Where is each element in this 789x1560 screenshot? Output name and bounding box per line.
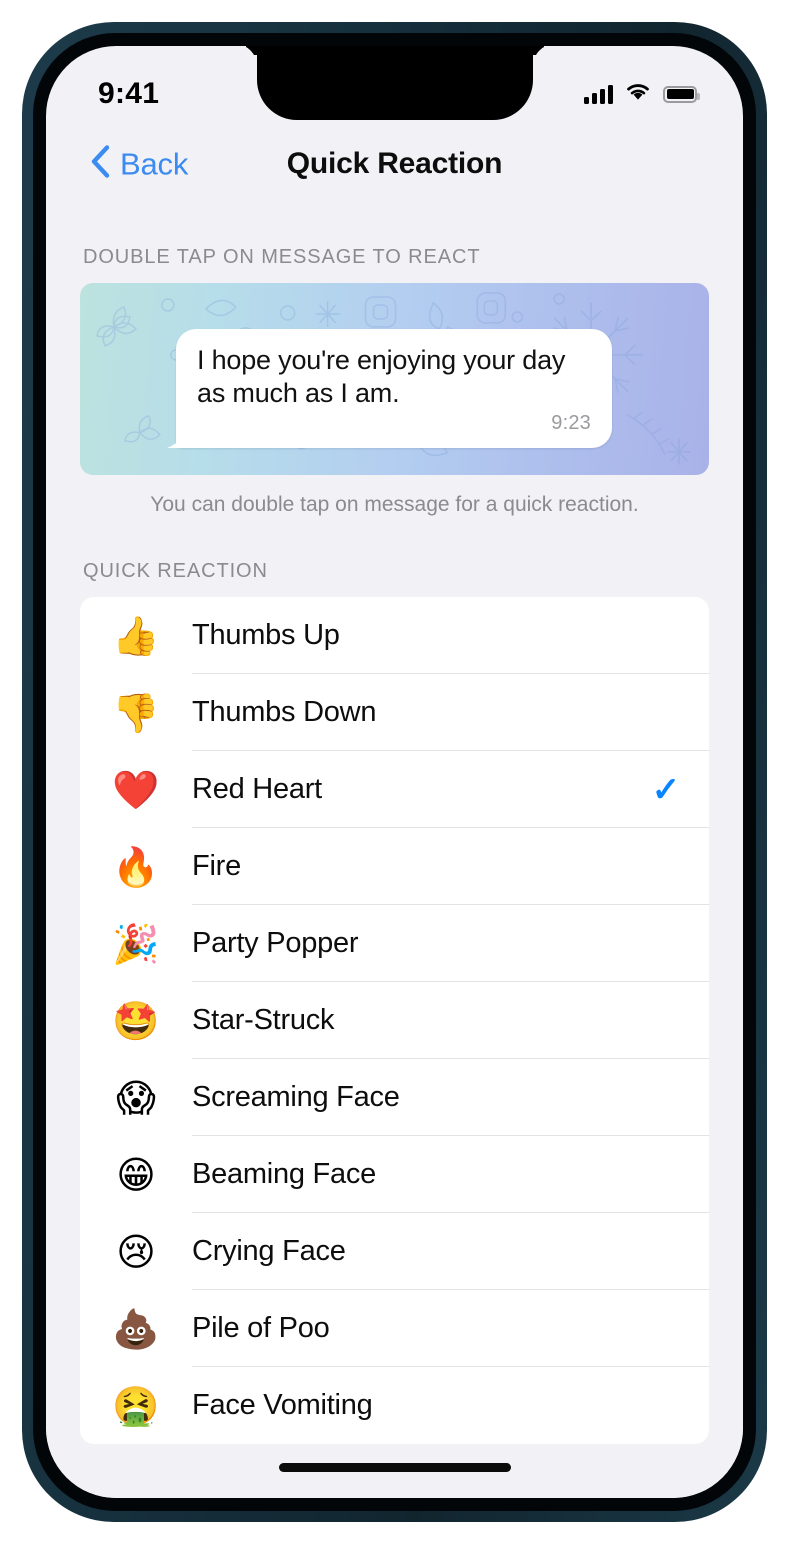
fire-emoji: 🔥 — [112, 844, 160, 889]
back-button-label: Back — [120, 146, 189, 181]
reaction-row[interactable]: 👍Thumbs Up✓ — [80, 597, 709, 675]
crying-face-emoji: 😢 — [116, 1229, 156, 1274]
wifi-icon — [625, 82, 651, 106]
message-text: I hope you're enjoying your day as much … — [197, 345, 566, 409]
notch — [256, 46, 533, 120]
preview-section-header: DOUBLE TAP ON MESSAGE TO REACT — [83, 246, 481, 268]
pile-of-poo-emoji: 💩 — [112, 1306, 160, 1351]
reaction-label: Thumbs Down — [192, 696, 377, 729]
status-time: 9:41 — [98, 77, 160, 110]
message-bubble[interactable]: I hope you're enjoying your day as much … — [176, 329, 612, 448]
reaction-label: Fire — [192, 850, 241, 883]
reaction-row[interactable]: ❤️ Red Heart ✓ — [80, 751, 709, 829]
reaction-row[interactable]: 🤮Face Vomiting✓ — [80, 1367, 709, 1444]
face-vomiting-emoji: 🤮 — [112, 1383, 160, 1428]
nav-bar: Back Quick Reaction — [46, 124, 743, 204]
thumbs-up-emoji: 👍 — [112, 613, 160, 658]
phone-frame: 9:41 Back Quick Reaction DOUBLE TAP ON M… — [22, 22, 767, 1522]
reaction-row[interactable]: 😱Screaming Face✓ — [80, 1059, 709, 1137]
reaction-row[interactable]: 🤩Star-Struck✓ — [80, 982, 709, 1060]
phone-bezel: 9:41 Back Quick Reaction DOUBLE TAP ON M… — [33, 33, 756, 1511]
reaction-label: Crying Face — [192, 1235, 346, 1268]
preview-section-footer: You can double tap on message for a quic… — [150, 493, 639, 516]
star-struck-emoji: 🤩 — [112, 998, 160, 1043]
screaming-face-emoji: 😱 — [116, 1075, 156, 1120]
message-preview[interactable]: I hope you're enjoying your day as much … — [80, 283, 709, 475]
reaction-label: Beaming Face — [192, 1158, 376, 1191]
message-timestamp: 9:23 — [551, 411, 591, 434]
reaction-label: Thumbs Up — [192, 619, 340, 652]
reaction-section-header: QUICK REACTION — [83, 560, 268, 583]
reaction-label: Party Popper — [192, 927, 359, 960]
reaction-label: Screaming Face — [192, 1081, 400, 1114]
reaction-row[interactable]: 😢Crying Face✓ — [80, 1213, 709, 1291]
party-popper-emoji: 🎉 — [112, 921, 160, 966]
reaction-row[interactable]: 🔥Fire✓ — [80, 828, 709, 906]
status-icons — [584, 82, 700, 106]
cellular-bars-icon — [584, 84, 613, 104]
battery-full-icon — [663, 85, 700, 103]
page-title: Quick Reaction — [286, 147, 503, 180]
reaction-row[interactable]: 🎉Party Popper✓ — [80, 905, 709, 983]
home-indicator[interactable] — [278, 1463, 511, 1472]
settings-content: DOUBLE TAP ON MESSAGE TO REACT I hope yo… — [46, 204, 743, 1498]
back-button[interactable]: Back — [90, 145, 188, 184]
reaction-label: Red Heart — [192, 773, 322, 806]
thumbs-down-emoji: 👎 — [112, 690, 160, 735]
reaction-list: 👍Thumbs Up✓👎Thumbs Down✓❤️Red Heart✓🔥Fir… — [80, 597, 709, 1445]
reaction-label: Pile of Poo — [192, 1312, 330, 1345]
chevron-left-icon — [90, 145, 110, 184]
reaction-label: Star-Struck — [192, 1004, 335, 1037]
red-heart-emoji: ❤️ — [112, 767, 160, 812]
reaction-row[interactable]: 😁Beaming Face✓ — [80, 1136, 709, 1214]
reaction-row[interactable]: 💩Pile of Poo✓ — [80, 1290, 709, 1368]
phone-screen: 9:41 Back Quick Reaction DOUBLE TAP ON M… — [46, 46, 743, 1498]
beaming-face-emoji: 😁 — [116, 1152, 156, 1197]
reaction-label: Face Vomiting — [192, 1389, 373, 1422]
checkmark-icon: ✓ — [651, 770, 681, 809]
reaction-row[interactable]: 👎Thumbs Down✓ — [80, 674, 709, 752]
